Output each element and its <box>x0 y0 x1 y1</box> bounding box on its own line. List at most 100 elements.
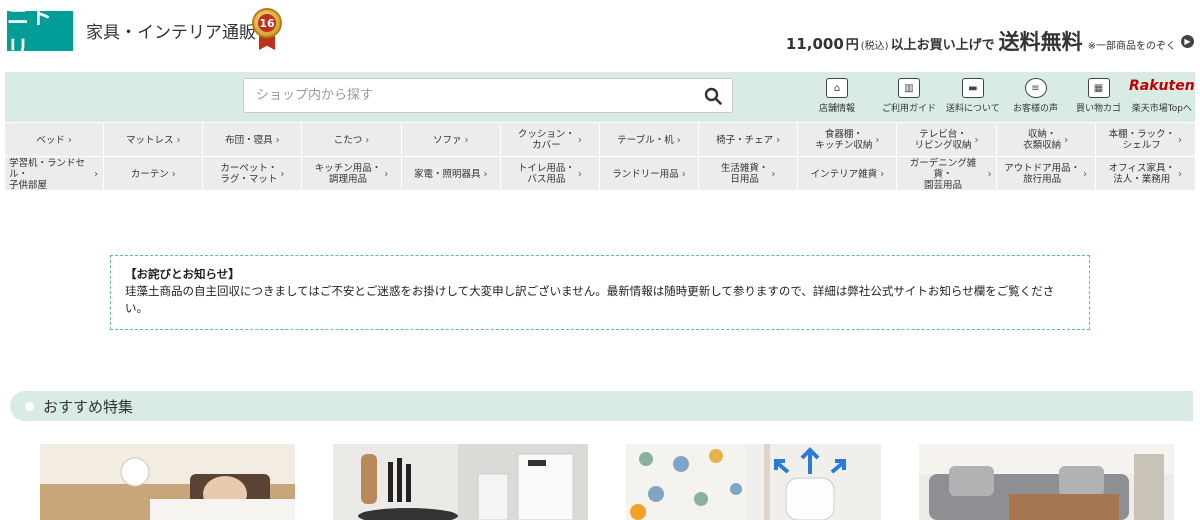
chevron-right-icon: › <box>1177 168 1182 180</box>
category-label: アウトドア用品・ 旅行用品 <box>1004 163 1081 185</box>
chevron-right-icon: › <box>771 168 776 180</box>
category-nav: ベッド › マットレス › 布団・寝具 › こたつ › ソファ › クッション・ カバー › テーブル・… <box>5 123 1195 191</box>
notice-body[interactable]: 珪藻土商品の自主回収につきましてはご不安とご迷惑をお掛けして大変申し訳ございませ… <box>125 283 1075 317</box>
chevron-right-icon: › <box>880 168 885 180</box>
category-item[interactable]: ベッド › <box>5 123 105 157</box>
promo-note: ※一部商品をのぞく <box>1087 41 1176 52</box>
section-title: おすすめ特集 <box>43 397 134 416</box>
feature-thumb-sofa[interactable] <box>919 444 1174 520</box>
category-item[interactable]: クッション・ カバー › <box>501 123 600 157</box>
util-label: 楽天市場Topへ <box>1131 104 1192 114</box>
category-label: クッション・ カバー <box>517 129 575 151</box>
util-rakuten-top[interactable]: Rakuten 楽天市場Topへ <box>1129 78 1195 114</box>
util-label: お客様の声 <box>1013 104 1059 114</box>
category-item[interactable]: 学習机・ランドセ ル・ 子供部屋 › <box>5 157 105 191</box>
chevron-right-icon: › <box>1083 168 1088 180</box>
category-label: ガーデニング雑貨・ 園芸用品 <box>909 157 977 191</box>
chevron-right-icon: › <box>676 134 681 146</box>
chevron-right-icon: › <box>776 134 781 146</box>
category-item[interactable]: ガーデニング雑貨・ 園芸用品 › <box>897 157 997 191</box>
curtain-photo <box>626 444 881 520</box>
category-item[interactable]: オフィス家具・ 法人・業務用 › <box>1096 157 1195 191</box>
category-item[interactable]: ランドリー用品 › <box>600 157 700 191</box>
category-item[interactable]: こたつ › <box>302 123 402 157</box>
kitchen-photo <box>333 444 588 520</box>
chevron-right-icon: › <box>577 134 582 146</box>
category-label: こたつ <box>333 134 363 146</box>
bullet-dot-icon <box>25 401 34 411</box>
notice-box: 【お詫びとお知らせ】 珪藻土商品の自主回収につきましてはご不安とご迷惑をお掛けし… <box>110 255 1090 330</box>
category-label: 布団・寝具 <box>225 134 273 146</box>
category-item[interactable]: アウトドア用品・ 旅行用品 › <box>997 157 1096 191</box>
feature-thumb-kitchen[interactable] <box>333 444 588 520</box>
feature-thumb-bedding[interactable] <box>40 444 295 520</box>
util-guide[interactable]: ▥ ご利用ガイド <box>882 78 936 114</box>
promo-tax: (税込) <box>860 41 889 52</box>
category-item[interactable]: 椅子・チェア › <box>699 123 799 157</box>
chevron-right-icon: › <box>974 134 979 146</box>
category-item[interactable]: 家電・照明器具 › <box>402 157 501 191</box>
chevron-right-icon: › <box>987 168 992 180</box>
category-label: トイレ用品・ バス用品 <box>517 163 575 185</box>
search-input[interactable] <box>244 79 684 112</box>
chevron-right-icon: › <box>681 168 686 180</box>
feature-thumbnails <box>0 444 1200 520</box>
util-cart[interactable]: ▦ 買い物カゴ <box>1076 78 1121 114</box>
chevron-right-icon: › <box>875 134 880 146</box>
rakuten-logo: Rakuten <box>1129 78 1195 94</box>
header: ニトリ 家具・インテリア通販 16 11,000 円 (税込) 以上お買い上げで… <box>0 0 1200 72</box>
feature-thumb-curtain[interactable] <box>626 444 881 520</box>
cart-icon: ▦ <box>1087 78 1110 98</box>
chat-bubble-icon: ≡ <box>1024 78 1047 98</box>
chevron-right-icon: › <box>1064 134 1069 146</box>
category-label: ベッド <box>36 134 65 146</box>
category-row-2: 学習机・ランドセ ル・ 子供部屋 › カーテン › カーペット・ ラグ・マット › キッチン… <box>5 157 1195 191</box>
medal-number: 16 <box>258 14 276 32</box>
category-label: テレビ台・ リビング収納 <box>914 129 972 151</box>
category-item[interactable]: キッチン用品・ 調理用品 › <box>302 157 402 191</box>
category-label: キッチン用品・ 調理用品 <box>314 163 382 185</box>
category-item[interactable]: ソファ › <box>402 123 501 157</box>
category-item[interactable]: テーブル・机 › <box>600 123 700 157</box>
bedding-photo <box>40 444 295 520</box>
chevron-right-icon: › <box>176 134 181 146</box>
search-box <box>243 78 733 113</box>
util-customer-voice[interactable]: ≡ お客様の声 <box>1013 78 1058 114</box>
category-item[interactable]: 生活雑貨・ 日用品 › <box>699 157 799 191</box>
shop-name: 家具・インテリア通販 <box>86 23 256 43</box>
category-label: ランドリー用品 <box>612 168 679 180</box>
chevron-right-icon: › <box>94 169 99 180</box>
promo-condition: 以上お買い上げで <box>890 38 995 53</box>
util-label: 送料について <box>946 104 1000 114</box>
free-shipping-banner[interactable]: 11,000 円 (税込) 以上お買い上げで 送料無料 ※一部商品をのぞく ▶ <box>786 26 1194 56</box>
category-label: ソファ <box>432 134 462 146</box>
category-item[interactable]: 収納・ 衣類収納 › <box>997 123 1096 157</box>
category-label: マットレス <box>125 134 174 146</box>
util-store-info[interactable]: ⌂ 店舗情報 <box>819 78 855 114</box>
category-label: 収納・ 衣類収納 <box>1023 129 1062 151</box>
category-item[interactable]: トイレ用品・ バス用品 › <box>501 157 600 191</box>
nitori-logo[interactable]: ニトリ <box>7 5 73 62</box>
chevron-right-icon: › <box>464 134 469 146</box>
category-item[interactable]: インテリア雑貨 › <box>798 157 898 191</box>
promo-free-shipping: 送料無料 <box>998 30 1083 54</box>
category-item[interactable]: カーペット・ ラグ・マット › <box>203 157 303 191</box>
store-icon: ⌂ <box>826 78 848 98</box>
util-label: ご利用ガイド <box>882 104 937 114</box>
util-shipping[interactable]: ▬ 送料について <box>946 78 1000 114</box>
category-item[interactable]: カーテン › <box>104 157 204 191</box>
chevron-right-icon: › <box>275 134 280 146</box>
search-icon[interactable] <box>704 87 722 105</box>
category-label: カーペット・ ラグ・マット <box>220 163 278 185</box>
category-item[interactable]: テレビ台・ リビング収納 › <box>897 123 997 157</box>
chevron-right-icon: › <box>67 134 72 146</box>
category-item[interactable]: マットレス › <box>104 123 204 157</box>
util-label: 店舗情報 <box>819 104 856 114</box>
category-item[interactable]: 布団・寝具 › <box>203 123 303 157</box>
category-item[interactable]: 本棚・ラック・ シェルフ › <box>1096 123 1195 157</box>
category-item[interactable]: 食器棚・ キッチン収納 › <box>798 123 898 157</box>
category-label: 椅子・チェア <box>716 134 774 146</box>
category-label: テーブル・机 <box>617 134 674 146</box>
category-label: 生活雑貨・ 日用品 <box>720 163 769 185</box>
arrow-right-circle-icon: ▶ <box>1181 34 1194 48</box>
